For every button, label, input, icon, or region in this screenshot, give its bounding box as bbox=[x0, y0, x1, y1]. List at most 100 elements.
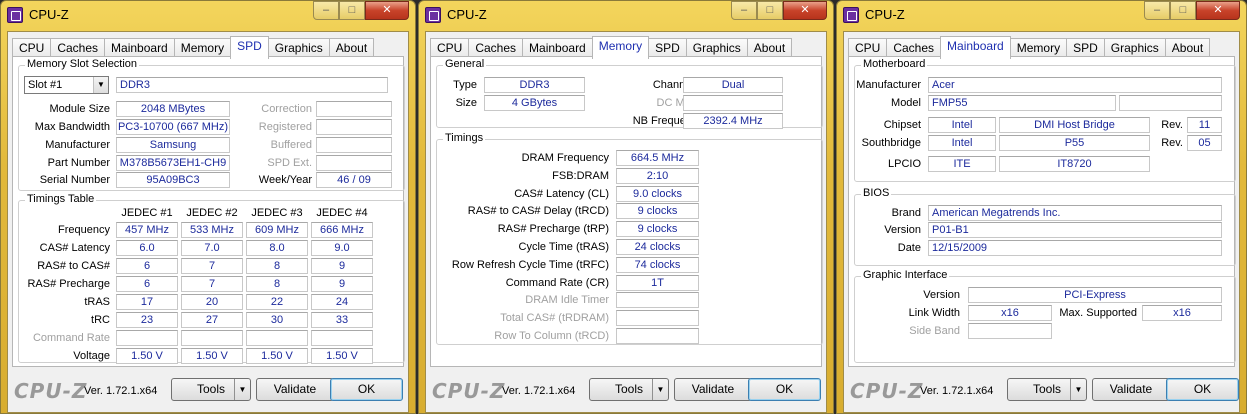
part-number-value: M378B5673EH1-CH9 bbox=[116, 155, 230, 171]
ok-button[interactable]: OK bbox=[1166, 378, 1239, 401]
slot-select-value: Slot #1 bbox=[28, 79, 63, 91]
mem-timing-label: Command Rate (CR) bbox=[505, 276, 609, 289]
mem-timing-label: DRAM Idle Timer bbox=[525, 294, 609, 307]
group-title: BIOS bbox=[861, 187, 892, 199]
dc-mode-value bbox=[683, 95, 783, 111]
timing-cell: 6 bbox=[116, 276, 178, 292]
timing-row-label: Frequency bbox=[58, 224, 110, 236]
mem-timing-label: Row To Column (tRCD) bbox=[494, 330, 609, 342]
graphic-interface-group: Graphic Interface Version PCI-Express Li… bbox=[854, 269, 1236, 363]
chipset-rev-label: Rev. bbox=[1161, 119, 1183, 131]
ok-button[interactable]: OK bbox=[330, 378, 403, 401]
southbridge-rev-value: 05 bbox=[1187, 135, 1222, 151]
minimize-icon[interactable]: – bbox=[731, 1, 757, 20]
bios-version-value: P01-B1 bbox=[928, 222, 1222, 238]
close-icon[interactable]: ✕ bbox=[783, 1, 827, 20]
mem-timing-label: Cycle Time (tRAS) bbox=[518, 241, 609, 253]
minimize-icon[interactable]: – bbox=[1144, 1, 1170, 20]
chevron-down-icon[interactable]: ▼ bbox=[234, 379, 250, 400]
bios-version-label: Version bbox=[884, 224, 921, 236]
chevron-down-icon: ▼ bbox=[93, 77, 108, 93]
timing-row-label: RAS# Precharge bbox=[27, 278, 110, 290]
close-icon[interactable]: ✕ bbox=[365, 1, 409, 20]
tools-label: Tools bbox=[1032, 382, 1061, 396]
tools-button[interactable]: Tools ▼ bbox=[171, 378, 251, 401]
tools-button[interactable]: Tools ▼ bbox=[589, 378, 669, 401]
timing-cell bbox=[181, 330, 243, 346]
registered-label: Registered bbox=[258, 121, 312, 133]
timing-cell: 33 bbox=[311, 312, 373, 328]
model-value: FMP55 bbox=[928, 95, 1116, 111]
window-client: CPU Caches Mainboard Memory SPD Graphics… bbox=[425, 31, 827, 413]
max-supported-value: x16 bbox=[1142, 305, 1222, 321]
timing-cell: 9.0 bbox=[311, 240, 373, 256]
link-width-value: x16 bbox=[968, 305, 1052, 321]
manufacturer-label: Manufacturer bbox=[856, 79, 921, 91]
group-title: Memory Slot Selection bbox=[25, 58, 140, 70]
timing-cell bbox=[116, 330, 178, 346]
timing-cell: 24 bbox=[311, 294, 373, 310]
validate-button[interactable]: Validate bbox=[256, 378, 334, 401]
timing-cell: 9 bbox=[311, 276, 373, 292]
bottom-bar: CPU-Z Ver. 1.72.1.x64 Tools ▼ Validate OK bbox=[8, 369, 408, 409]
close-icon[interactable]: ✕ bbox=[1196, 1, 1240, 20]
motherboard-group: Motherboard Manufacturer Acer Model FMP5… bbox=[854, 58, 1236, 182]
memory-page: General Type DDR3 Size 4 GBytes Channel … bbox=[430, 56, 823, 367]
maximize-icon[interactable]: □ bbox=[339, 1, 365, 20]
minimize-icon[interactable]: – bbox=[313, 1, 339, 20]
cpuz-window-mainboard: CPU-Z – □ ✕ CPU Caches Mainboard Memory … bbox=[836, 0, 1247, 414]
title-bar[interactable]: CPU-Z – □ ✕ bbox=[1, 1, 415, 31]
mem-timing-label: CAS# Latency (CL) bbox=[514, 187, 609, 200]
type-label: Type bbox=[453, 79, 477, 91]
timing-cell: 1.50 V bbox=[116, 348, 178, 364]
southbridge-vendor-value: Intel bbox=[928, 135, 996, 151]
timing-cell: 17 bbox=[116, 294, 178, 310]
max-bandwidth-label: Max Bandwidth bbox=[34, 121, 110, 133]
bios-date-label: Date bbox=[897, 242, 921, 254]
tab-memory[interactable]: Memory bbox=[591, 36, 650, 59]
validate-button[interactable]: Validate bbox=[1092, 378, 1170, 401]
tools-label: Tools bbox=[614, 382, 643, 396]
title-bar[interactable]: CPU-Z – □ ✕ bbox=[837, 1, 1246, 31]
module-size-label: Module Size bbox=[49, 103, 110, 115]
chevron-down-icon[interactable]: ▼ bbox=[652, 379, 668, 400]
tab-mainboard[interactable]: Mainboard bbox=[940, 36, 1011, 59]
timing-row-label: RAS# to CAS# bbox=[37, 260, 110, 272]
mem-timing-value bbox=[616, 292, 699, 309]
jedec-3-header: JEDEC #3 bbox=[251, 207, 303, 219]
mem-timing-value: 1T bbox=[616, 274, 699, 291]
mem-timing-value: 9.0 clocks bbox=[616, 185, 699, 202]
maximize-icon[interactable]: □ bbox=[757, 1, 783, 20]
bios-brand-value: American Megatrends Inc. bbox=[928, 205, 1222, 221]
slot-select[interactable]: Slot #1 ▼ bbox=[24, 76, 109, 94]
module-size-value: 2048 MBytes bbox=[116, 101, 230, 117]
memory-slot-group: Memory Slot Selection Slot #1 ▼ DDR3 Modu… bbox=[18, 58, 405, 191]
maximize-icon[interactable]: □ bbox=[1170, 1, 1196, 20]
timing-row-label: Voltage bbox=[73, 350, 110, 362]
group-title: Timings bbox=[443, 132, 486, 144]
cpuz-logo: CPU-Z bbox=[432, 379, 506, 403]
southbridge-label: Southbridge bbox=[861, 137, 921, 149]
title-bar[interactable]: CPU-Z – □ ✕ bbox=[419, 1, 833, 31]
timing-cell: 609 MHz bbox=[246, 222, 308, 238]
timing-cell: 8 bbox=[246, 258, 308, 274]
timing-cell: 457 MHz bbox=[116, 222, 178, 238]
version-text: Ver. 1.72.1.x64 bbox=[502, 385, 576, 397]
window-client: CPU Caches Mainboard Memory SPD Graphics… bbox=[7, 31, 409, 413]
tab-spd[interactable]: SPD bbox=[230, 36, 269, 59]
mem-timing-label: Total CAS# (tRDRAM) bbox=[500, 312, 609, 325]
model-extra-value bbox=[1119, 95, 1222, 111]
ok-button[interactable]: OK bbox=[748, 378, 821, 401]
mem-timing-value: 9 clocks bbox=[616, 203, 699, 220]
validate-button[interactable]: Validate bbox=[674, 378, 752, 401]
timing-cell bbox=[311, 330, 373, 346]
spd-ext-value bbox=[316, 155, 392, 171]
bottom-bar: CPU-Z Ver. 1.72.1.x64 Tools ▼ Validate OK bbox=[426, 369, 826, 409]
cpuz-app-icon bbox=[7, 7, 23, 23]
mem-timing-value: 664.5 MHz bbox=[616, 150, 699, 166]
chevron-down-icon[interactable]: ▼ bbox=[1070, 379, 1086, 400]
timing-cell: 7.0 bbox=[181, 240, 243, 256]
bios-group: BIOS Brand American Megatrends Inc. Vers… bbox=[854, 187, 1236, 266]
jedec-2-header: JEDEC #2 bbox=[186, 207, 238, 219]
tools-button[interactable]: Tools ▼ bbox=[1007, 378, 1087, 401]
